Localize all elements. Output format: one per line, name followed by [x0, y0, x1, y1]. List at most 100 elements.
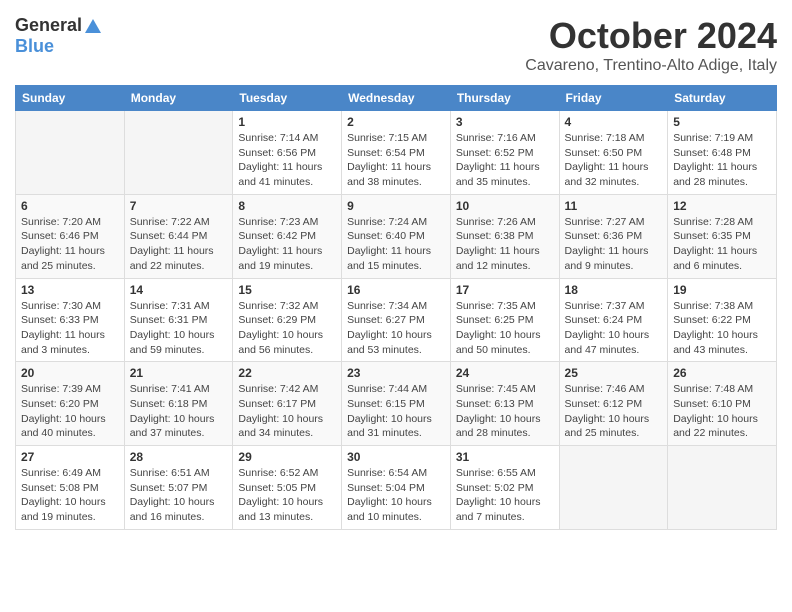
- day-info: Sunrise: 7:37 AMSunset: 6:24 PMDaylight:…: [565, 299, 663, 358]
- calendar-cell: 24 Sunrise: 7:45 AMSunset: 6:13 PMDayligh…: [450, 362, 559, 446]
- day-info: Sunrise: 7:24 AMSunset: 6:40 PMDaylight:…: [347, 215, 445, 274]
- day-info: Sunrise: 7:42 AMSunset: 6:17 PMDaylight:…: [238, 382, 336, 441]
- day-info: Sunrise: 7:30 AMSunset: 6:33 PMDaylight:…: [21, 299, 119, 358]
- title-section: October 2024 Cavareno, Trentino-Alto Adi…: [525, 15, 777, 75]
- day-info: Sunrise: 7:39 AMSunset: 6:20 PMDaylight:…: [21, 382, 119, 441]
- day-number: 25: [565, 366, 663, 380]
- day-info: Sunrise: 7:15 AMSunset: 6:54 PMDaylight:…: [347, 131, 445, 190]
- day-info: Sunrise: 7:18 AMSunset: 6:50 PMDaylight:…: [565, 131, 663, 190]
- header-friday: Friday: [559, 86, 668, 111]
- header-sunday: Sunday: [16, 86, 125, 111]
- day-number: 27: [21, 450, 119, 464]
- logo-blue-text: Blue: [15, 36, 54, 57]
- day-number: 16: [347, 283, 445, 297]
- calendar-cell: 23 Sunrise: 7:44 AMSunset: 6:15 PMDayligh…: [342, 362, 451, 446]
- calendar-week-row: 13 Sunrise: 7:30 AMSunset: 6:33 PMDayligh…: [16, 278, 777, 362]
- calendar-cell: 13 Sunrise: 7:30 AMSunset: 6:33 PMDayligh…: [16, 278, 125, 362]
- day-info: Sunrise: 7:32 AMSunset: 6:29 PMDaylight:…: [238, 299, 336, 358]
- calendar-cell: 7 Sunrise: 7:22 AMSunset: 6:44 PMDaylight…: [124, 194, 233, 278]
- calendar-cell: [559, 446, 668, 530]
- calendar-cell: 9 Sunrise: 7:24 AMSunset: 6:40 PMDaylight…: [342, 194, 451, 278]
- calendar-cell: 21Sunrise: 7:41 AMSunset: 6:18 PMDayligh…: [124, 362, 233, 446]
- header-monday: Monday: [124, 86, 233, 111]
- day-info: Sunrise: 7:31 AMSunset: 6:31 PMDaylight:…: [130, 299, 228, 358]
- day-number: 18: [565, 283, 663, 297]
- day-info: Sunrise: 6:52 AMSunset: 5:05 PMDaylight:…: [238, 466, 336, 525]
- calendar-cell: 18 Sunrise: 7:37 AMSunset: 6:24 PMDayligh…: [559, 278, 668, 362]
- day-info: Sunrise: 7:27 AMSunset: 6:36 PMDaylight:…: [565, 215, 663, 274]
- calendar-cell: 19 Sunrise: 7:38 AMSunset: 6:22 PMDayligh…: [668, 278, 777, 362]
- day-number: 9: [347, 199, 445, 213]
- calendar-cell: 20 Sunrise: 7:39 AMSunset: 6:20 PMDayligh…: [16, 362, 125, 446]
- calendar-cell: [668, 446, 777, 530]
- calendar-cell: 2 Sunrise: 7:15 AMSunset: 6:54 PMDaylight…: [342, 111, 451, 195]
- calendar-cell: 17 Sunrise: 7:35 AMSunset: 6:25 PMDayligh…: [450, 278, 559, 362]
- calendar-cell: [16, 111, 125, 195]
- calendar-cell: [124, 111, 233, 195]
- day-number: 19: [673, 283, 771, 297]
- calendar-cell: 26 Sunrise: 7:48 AMSunset: 6:10 PMDayligh…: [668, 362, 777, 446]
- day-number: 28: [130, 450, 228, 464]
- header-wednesday: Wednesday: [342, 86, 451, 111]
- day-number: 15: [238, 283, 336, 297]
- calendar-cell: 30Sunrise: 6:54 AMSunset: 5:04 PMDayligh…: [342, 446, 451, 530]
- calendar-cell: 25 Sunrise: 7:46 AMSunset: 6:12 PMDayligh…: [559, 362, 668, 446]
- header-thursday: Thursday: [450, 86, 559, 111]
- day-number: 10: [456, 199, 554, 213]
- day-number: 5: [673, 115, 771, 129]
- weekday-header-row: Sunday Monday Tuesday Wednesday Thursday…: [16, 86, 777, 111]
- day-number: 17: [456, 283, 554, 297]
- header-saturday: Saturday: [668, 86, 777, 111]
- day-info: Sunrise: 7:19 AMSunset: 6:48 PMDaylight:…: [673, 131, 771, 190]
- day-number: 14: [130, 283, 228, 297]
- day-info: Sunrise: 7:45 AMSunset: 6:13 PMDaylight:…: [456, 382, 554, 441]
- calendar-week-row: 1 Sunrise: 7:14 AMSunset: 6:56 PMDaylight…: [16, 111, 777, 195]
- day-info: Sunrise: 7:28 AMSunset: 6:35 PMDaylight:…: [673, 215, 771, 274]
- month-title: October 2024: [525, 15, 777, 57]
- day-info: Sunrise: 7:48 AMSunset: 6:10 PMDaylight:…: [673, 382, 771, 441]
- day-number: 20: [21, 366, 119, 380]
- day-info: Sunrise: 7:41 AMSunset: 6:18 PMDaylight:…: [130, 382, 228, 441]
- page-header: General Blue October 2024 Cavareno, Tren…: [15, 15, 777, 75]
- day-info: Sunrise: 7:14 AMSunset: 6:56 PMDaylight:…: [238, 131, 336, 190]
- calendar-table: Sunday Monday Tuesday Wednesday Thursday…: [15, 85, 777, 530]
- day-info: Sunrise: 6:55 AMSunset: 5:02 PMDaylight:…: [456, 466, 554, 525]
- day-number: 6: [21, 199, 119, 213]
- calendar-week-row: 20 Sunrise: 7:39 AMSunset: 6:20 PMDayligh…: [16, 362, 777, 446]
- day-info: Sunrise: 7:46 AMSunset: 6:12 PMDaylight:…: [565, 382, 663, 441]
- calendar-cell: 31Sunrise: 6:55 AMSunset: 5:02 PMDayligh…: [450, 446, 559, 530]
- day-number: 11: [565, 199, 663, 213]
- day-info: Sunrise: 6:54 AMSunset: 5:04 PMDaylight:…: [347, 466, 445, 525]
- calendar-cell: 28Sunrise: 6:51 AMSunset: 5:07 PMDayligh…: [124, 446, 233, 530]
- calendar-cell: 22Sunrise: 7:42 AMSunset: 6:17 PMDayligh…: [233, 362, 342, 446]
- calendar-cell: 8Sunrise: 7:23 AMSunset: 6:42 PMDaylight…: [233, 194, 342, 278]
- day-number: 26: [673, 366, 771, 380]
- day-number: 23: [347, 366, 445, 380]
- day-number: 7: [130, 199, 228, 213]
- day-number: 13: [21, 283, 119, 297]
- calendar-week-row: 27 Sunrise: 6:49 AMSunset: 5:08 PMDayligh…: [16, 446, 777, 530]
- day-number: 4: [565, 115, 663, 129]
- calendar-cell: 27 Sunrise: 6:49 AMSunset: 5:08 PMDayligh…: [16, 446, 125, 530]
- day-number: 12: [673, 199, 771, 213]
- day-info: Sunrise: 7:34 AMSunset: 6:27 PMDaylight:…: [347, 299, 445, 358]
- calendar-cell: 29 Sunrise: 6:52 AMSunset: 5:05 PMDayligh…: [233, 446, 342, 530]
- day-number: 2: [347, 115, 445, 129]
- day-number: 29: [238, 450, 336, 464]
- calendar-cell: 3Sunrise: 7:16 AMSunset: 6:52 PMDaylight…: [450, 111, 559, 195]
- logo-general-text: General: [15, 15, 82, 36]
- day-info: Sunrise: 6:49 AMSunset: 5:08 PMDaylight:…: [21, 466, 119, 525]
- day-info: Sunrise: 7:44 AMSunset: 6:15 PMDaylight:…: [347, 382, 445, 441]
- day-info: Sunrise: 7:20 AMSunset: 6:46 PMDaylight:…: [21, 215, 119, 274]
- day-number: 1: [238, 115, 336, 129]
- day-info: Sunrise: 7:22 AMSunset: 6:44 PMDaylight:…: [130, 215, 228, 274]
- day-number: 24: [456, 366, 554, 380]
- day-info: Sunrise: 7:23 AMSunset: 6:42 PMDaylight:…: [238, 215, 336, 274]
- day-info: Sunrise: 7:38 AMSunset: 6:22 PMDaylight:…: [673, 299, 771, 358]
- day-number: 3: [456, 115, 554, 129]
- calendar-cell: 10Sunrise: 7:26 AMSunset: 6:38 PMDayligh…: [450, 194, 559, 278]
- logo-triangle-icon: [84, 17, 102, 35]
- calendar-cell: 15 Sunrise: 7:32 AMSunset: 6:29 PMDayligh…: [233, 278, 342, 362]
- logo: General Blue: [15, 15, 102, 57]
- day-info: Sunrise: 7:35 AMSunset: 6:25 PMDaylight:…: [456, 299, 554, 358]
